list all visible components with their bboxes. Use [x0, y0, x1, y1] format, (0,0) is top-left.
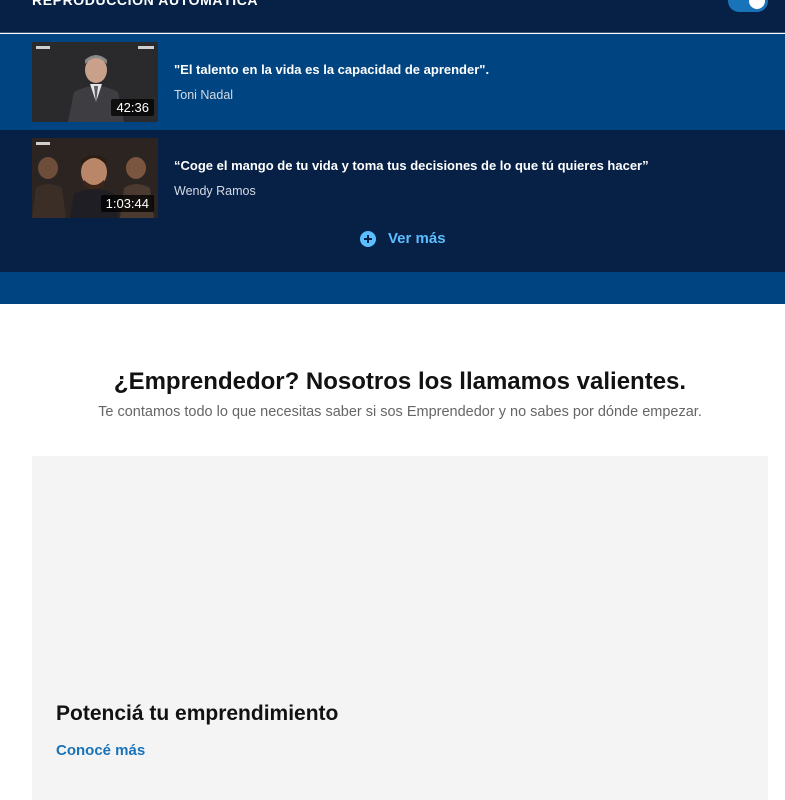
video-thumbnail[interactable]: 1:03:44: [32, 138, 158, 218]
video-list-item[interactable]: 1:03:44 “Coge el mango de tu vida y toma…: [0, 130, 785, 226]
section-subtitle: Te contamos todo lo que necesitas saber …: [98, 404, 702, 420]
card-title: Potenciá tu emprendimiento: [56, 702, 339, 725]
video-thumbnail[interactable]: 42:36: [32, 42, 158, 122]
see-more-row: Ver más: [0, 226, 785, 272]
video-list-item[interactable]: 42:36 "El talento en la vida es la capac…: [0, 34, 785, 130]
video-author: Wendy Ramos: [174, 184, 256, 198]
autoplay-bar: REPRODUCCIÓN AUTOMÁTICA: [0, 0, 785, 33]
plus-circle-icon: [360, 230, 376, 247]
video-title[interactable]: "El talento en la vida es la capacidad d…: [174, 62, 489, 77]
video-duration: 42:36: [111, 99, 154, 116]
promo-card: Potenciá tu emprendimiento Conocé más: [32, 456, 768, 800]
autoplay-toggle[interactable]: [728, 0, 768, 12]
see-more-label: Ver más: [388, 230, 446, 247]
section-divider-band: [0, 272, 785, 304]
section-title: ¿Emprendedor? Nosotros los llamamos vali…: [113, 368, 687, 395]
card-link[interactable]: Conocé más: [56, 742, 145, 759]
video-author: Toni Nadal: [174, 88, 234, 102]
video-title[interactable]: “Coge el mango de tu vida y toma tus dec…: [174, 158, 649, 173]
video-duration: 1:03:44: [100, 195, 154, 212]
see-more-button[interactable]: Ver más: [360, 230, 446, 247]
autoplay-label: REPRODUCCIÓN AUTOMÁTICA: [32, 0, 259, 8]
toggle-knob: [749, 0, 765, 9]
